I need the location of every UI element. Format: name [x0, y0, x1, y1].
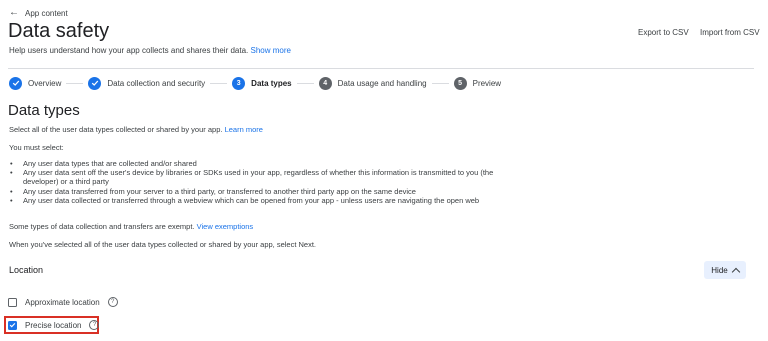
- step-label: Preview: [472, 78, 502, 88]
- header-divider: [8, 68, 754, 69]
- list-item: Any user data types that are collected a…: [9, 159, 509, 168]
- arrow-left-icon: ←: [9, 7, 19, 18]
- step-label: Data collection and security: [107, 78, 206, 88]
- show-more-link[interactable]: Show more: [250, 46, 290, 55]
- stepper: Overview Data collection and security 3 …: [9, 76, 501, 90]
- list-item: Any user data transferred from your serv…: [9, 187, 509, 196]
- step-connector: [210, 82, 228, 84]
- back-link[interactable]: ← App content: [9, 7, 68, 19]
- import-csv-button[interactable]: Import from CSV: [700, 28, 760, 37]
- section-intro: Select all of the user data types collec…: [9, 125, 263, 134]
- step-connector: [431, 82, 449, 84]
- back-link-label: App content: [25, 8, 68, 18]
- view-exemptions-link[interactable]: View exemptions: [197, 222, 254, 231]
- step-preview[interactable]: 5 Preview: [453, 76, 502, 90]
- page-title: Data safety: [8, 20, 110, 42]
- page-subtitle: Help users understand how your app colle…: [9, 46, 291, 55]
- requirements-list: Any user data types that are collected a…: [9, 159, 509, 205]
- precise-location-option[interactable]: Precise location ?: [8, 320, 100, 330]
- step-connector: [296, 82, 314, 84]
- approximate-location-checkbox[interactable]: [8, 297, 17, 307]
- list-item: Any user data collected or transferred t…: [9, 196, 509, 205]
- option-label: Precise location: [25, 320, 82, 330]
- must-select-text: You must select:: [9, 143, 64, 152]
- step-number-badge: 4: [318, 76, 332, 90]
- check-icon: [9, 322, 16, 328]
- precise-location-checkbox[interactable]: [8, 320, 17, 330]
- hide-button[interactable]: Hide: [704, 261, 746, 279]
- step-connector: [66, 82, 84, 84]
- check-icon: [88, 76, 102, 90]
- page-subtitle-text: Help users understand how your app colle…: [9, 46, 249, 55]
- exempt-row: Some types of data collection and transf…: [9, 222, 253, 231]
- learn-more-link[interactable]: Learn more: [225, 125, 263, 134]
- step-number-badge: 3: [232, 76, 246, 90]
- step-data-collection[interactable]: Data collection and security: [88, 76, 206, 90]
- step-label: Overview: [28, 78, 62, 88]
- section-heading: Data types: [8, 102, 80, 119]
- next-instruction: When you've selected all of the user dat…: [9, 240, 317, 249]
- step-overview[interactable]: Overview: [9, 76, 62, 90]
- step-data-usage[interactable]: 4 Data usage and handling: [318, 76, 427, 90]
- section-intro-text: Select all of the user data types collec…: [9, 125, 223, 134]
- help-icon[interactable]: ?: [107, 297, 118, 307]
- step-label: Data types: [251, 78, 292, 88]
- step-label: Data usage and handling: [337, 78, 427, 88]
- step-number-badge: 5: [453, 76, 467, 90]
- location-heading: Location: [9, 265, 44, 275]
- exempt-text: Some types of data collection and transf…: [9, 222, 195, 231]
- export-csv-button[interactable]: Export to CSV: [638, 28, 689, 37]
- chevron-up-icon: [731, 267, 740, 276]
- step-data-types[interactable]: 3 Data types: [232, 76, 292, 90]
- check-icon: [9, 76, 22, 90]
- approximate-location-option[interactable]: Approximate location ?: [8, 297, 118, 307]
- list-item: Any user data sent off the user's device…: [9, 168, 509, 186]
- option-label: Approximate location: [25, 297, 100, 307]
- hide-button-label: Hide: [711, 265, 728, 275]
- help-icon[interactable]: ?: [89, 320, 100, 330]
